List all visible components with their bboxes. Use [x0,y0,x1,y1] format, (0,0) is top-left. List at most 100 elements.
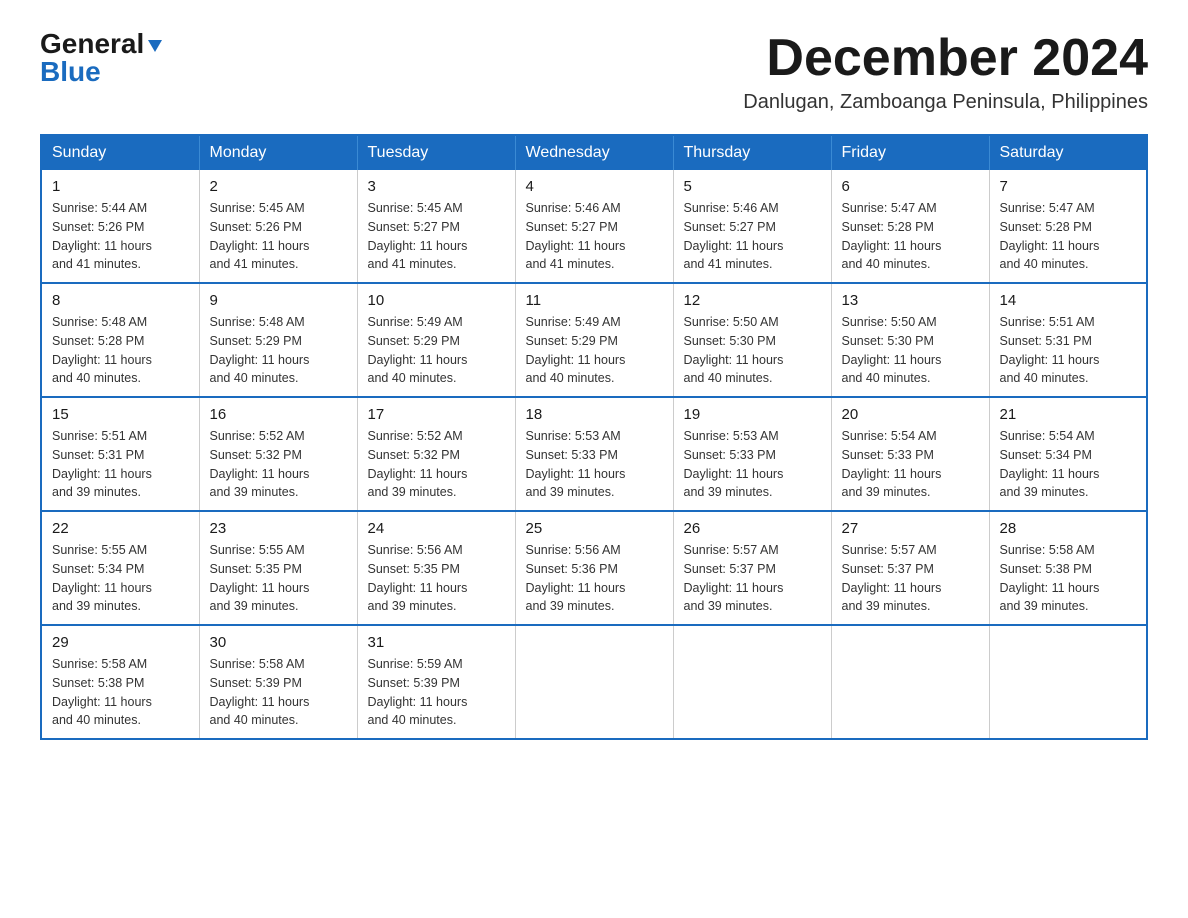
day-info: Sunrise: 5:53 AM Sunset: 5:33 PM Dayligh… [526,427,663,502]
day-number: 8 [52,292,189,309]
location-subtitle: Danlugan, Zamboanga Peninsula, Philippin… [743,91,1148,114]
day-number: 3 [368,178,505,195]
day-number: 27 [842,520,979,537]
day-info: Sunrise: 5:51 AM Sunset: 5:31 PM Dayligh… [1000,313,1137,388]
calendar-day-cell: 27Sunrise: 5:57 AM Sunset: 5:37 PM Dayli… [831,511,989,625]
day-number: 19 [684,406,821,423]
calendar-day-cell: 16 Sunrise: 5:52 AM Sunset: 5:32 PM Dayli… [199,397,357,511]
calendar-week-row: 29 Sunrise: 5:58 AM Sunset: 5:38 PM Dayli… [41,625,1147,739]
calendar-header-row: Sunday Monday Tuesday Wednesday Thursday… [41,135,1147,170]
day-number: 7 [1000,178,1137,195]
day-info: Sunrise: 5:56 AM Sunset: 5:36 PM Dayligh… [526,541,663,616]
header-wednesday: Wednesday [515,135,673,170]
day-number: 23 [210,520,347,537]
calendar-day-cell: 26 Sunrise: 5:57 AM Sunset: 5:37 PM Dayli… [673,511,831,625]
calendar-day-cell: 10 Sunrise: 5:49 AM Sunset: 5:29 PM Dayli… [357,283,515,397]
day-info: Sunrise: 5:45 AM Sunset: 5:27 PM Dayligh… [368,199,505,274]
calendar-day-cell: 13 Sunrise: 5:50 AM Sunset: 5:30 PM Dayli… [831,283,989,397]
header-sunday: Sunday [41,135,199,170]
day-number: 17 [368,406,505,423]
day-info: Sunrise: 5:55 AM Sunset: 5:35 PM Dayligh… [210,541,347,616]
calendar-day-cell: 15 Sunrise: 5:51 AM Sunset: 5:31 PM Dayli… [41,397,199,511]
day-info: Sunrise: 5:51 AM Sunset: 5:31 PM Dayligh… [52,427,189,502]
header-tuesday: Tuesday [357,135,515,170]
day-number: 14 [1000,292,1137,309]
header-thursday: Thursday [673,135,831,170]
logo-triangle-icon [146,36,164,54]
calendar-day-cell: 3 Sunrise: 5:45 AM Sunset: 5:27 PM Daylig… [357,170,515,283]
day-number: 31 [368,634,505,651]
day-info: Sunrise: 5:55 AM Sunset: 5:34 PM Dayligh… [52,541,189,616]
calendar-day-cell [673,625,831,739]
logo: General Blue [40,30,164,86]
day-info: Sunrise: 5:58 AM Sunset: 5:39 PM Dayligh… [210,655,347,730]
logo-blue-text: Blue [40,56,101,87]
calendar-day-cell: 25Sunrise: 5:56 AM Sunset: 5:36 PM Dayli… [515,511,673,625]
day-number: 12 [684,292,821,309]
day-number: 18 [526,406,663,423]
day-number: 24 [368,520,505,537]
calendar-day-cell: 28 Sunrise: 5:58 AM Sunset: 5:38 PM Dayli… [989,511,1147,625]
calendar-day-cell: 19 Sunrise: 5:53 AM Sunset: 5:33 PM Dayli… [673,397,831,511]
day-number: 22 [52,520,189,537]
calendar-day-cell: 12 Sunrise: 5:50 AM Sunset: 5:30 PM Dayli… [673,283,831,397]
calendar-table: Sunday Monday Tuesday Wednesday Thursday… [40,134,1148,740]
day-info: Sunrise: 5:52 AM Sunset: 5:32 PM Dayligh… [210,427,347,502]
day-info: Sunrise: 5:56 AM Sunset: 5:35 PM Dayligh… [368,541,505,616]
page-header: General Blue December 2024 Danlugan, Zam… [40,30,1148,114]
day-number: 2 [210,178,347,195]
day-info: Sunrise: 5:58 AM Sunset: 5:38 PM Dayligh… [52,655,189,730]
day-number: 10 [368,292,505,309]
day-info: Sunrise: 5:45 AM Sunset: 5:26 PM Dayligh… [210,199,347,274]
calendar-day-cell: 30Sunrise: 5:58 AM Sunset: 5:39 PM Dayli… [199,625,357,739]
day-info: Sunrise: 5:52 AM Sunset: 5:32 PM Dayligh… [368,427,505,502]
day-number: 13 [842,292,979,309]
month-year-title: December 2024 [743,30,1148,87]
header-monday: Monday [199,135,357,170]
header-friday: Friday [831,135,989,170]
day-number: 28 [1000,520,1137,537]
day-number: 26 [684,520,821,537]
day-number: 5 [684,178,821,195]
calendar-week-row: 22 Sunrise: 5:55 AM Sunset: 5:34 PM Dayli… [41,511,1147,625]
calendar-day-cell: 17 Sunrise: 5:52 AM Sunset: 5:32 PM Dayli… [357,397,515,511]
title-area: December 2024 Danlugan, Zamboanga Penins… [743,30,1148,114]
calendar-week-row: 15 Sunrise: 5:51 AM Sunset: 5:31 PM Dayli… [41,397,1147,511]
calendar-day-cell: 6Sunrise: 5:47 AM Sunset: 5:28 PM Daylig… [831,170,989,283]
calendar-day-cell: 29 Sunrise: 5:58 AM Sunset: 5:38 PM Dayli… [41,625,199,739]
day-number: 29 [52,634,189,651]
calendar-day-cell: 5 Sunrise: 5:46 AM Sunset: 5:27 PM Daylig… [673,170,831,283]
day-info: Sunrise: 5:46 AM Sunset: 5:27 PM Dayligh… [684,199,821,274]
day-info: Sunrise: 5:44 AM Sunset: 5:26 PM Dayligh… [52,199,189,274]
calendar-day-cell: 2 Sunrise: 5:45 AM Sunset: 5:26 PM Daylig… [199,170,357,283]
day-number: 4 [526,178,663,195]
day-number: 1 [52,178,189,195]
day-info: Sunrise: 5:54 AM Sunset: 5:34 PM Dayligh… [1000,427,1137,502]
day-number: 16 [210,406,347,423]
day-info: Sunrise: 5:53 AM Sunset: 5:33 PM Dayligh… [684,427,821,502]
calendar-day-cell [989,625,1147,739]
day-info: Sunrise: 5:47 AM Sunset: 5:28 PM Dayligh… [1000,199,1137,274]
calendar-day-cell: 9Sunrise: 5:48 AM Sunset: 5:29 PM Daylig… [199,283,357,397]
day-number: 15 [52,406,189,423]
calendar-day-cell: 7 Sunrise: 5:47 AM Sunset: 5:28 PM Daylig… [989,170,1147,283]
calendar-day-cell: 20Sunrise: 5:54 AM Sunset: 5:33 PM Dayli… [831,397,989,511]
day-info: Sunrise: 5:50 AM Sunset: 5:30 PM Dayligh… [842,313,979,388]
day-number: 20 [842,406,979,423]
logo-general-text: General [40,30,144,58]
calendar-day-cell: 31Sunrise: 5:59 AM Sunset: 5:39 PM Dayli… [357,625,515,739]
calendar-day-cell: 18 Sunrise: 5:53 AM Sunset: 5:33 PM Dayli… [515,397,673,511]
calendar-day-cell: 23 Sunrise: 5:55 AM Sunset: 5:35 PM Dayli… [199,511,357,625]
calendar-day-cell: 1 Sunrise: 5:44 AM Sunset: 5:26 PM Daylig… [41,170,199,283]
day-info: Sunrise: 5:58 AM Sunset: 5:38 PM Dayligh… [1000,541,1137,616]
day-info: Sunrise: 5:50 AM Sunset: 5:30 PM Dayligh… [684,313,821,388]
day-number: 11 [526,292,663,309]
day-info: Sunrise: 5:49 AM Sunset: 5:29 PM Dayligh… [368,313,505,388]
day-info: Sunrise: 5:47 AM Sunset: 5:28 PM Dayligh… [842,199,979,274]
calendar-day-cell: 21Sunrise: 5:54 AM Sunset: 5:34 PM Dayli… [989,397,1147,511]
calendar-day-cell [515,625,673,739]
day-info: Sunrise: 5:46 AM Sunset: 5:27 PM Dayligh… [526,199,663,274]
calendar-day-cell: 22 Sunrise: 5:55 AM Sunset: 5:34 PM Dayli… [41,511,199,625]
calendar-day-cell: 11Sunrise: 5:49 AM Sunset: 5:29 PM Dayli… [515,283,673,397]
day-info: Sunrise: 5:57 AM Sunset: 5:37 PM Dayligh… [684,541,821,616]
